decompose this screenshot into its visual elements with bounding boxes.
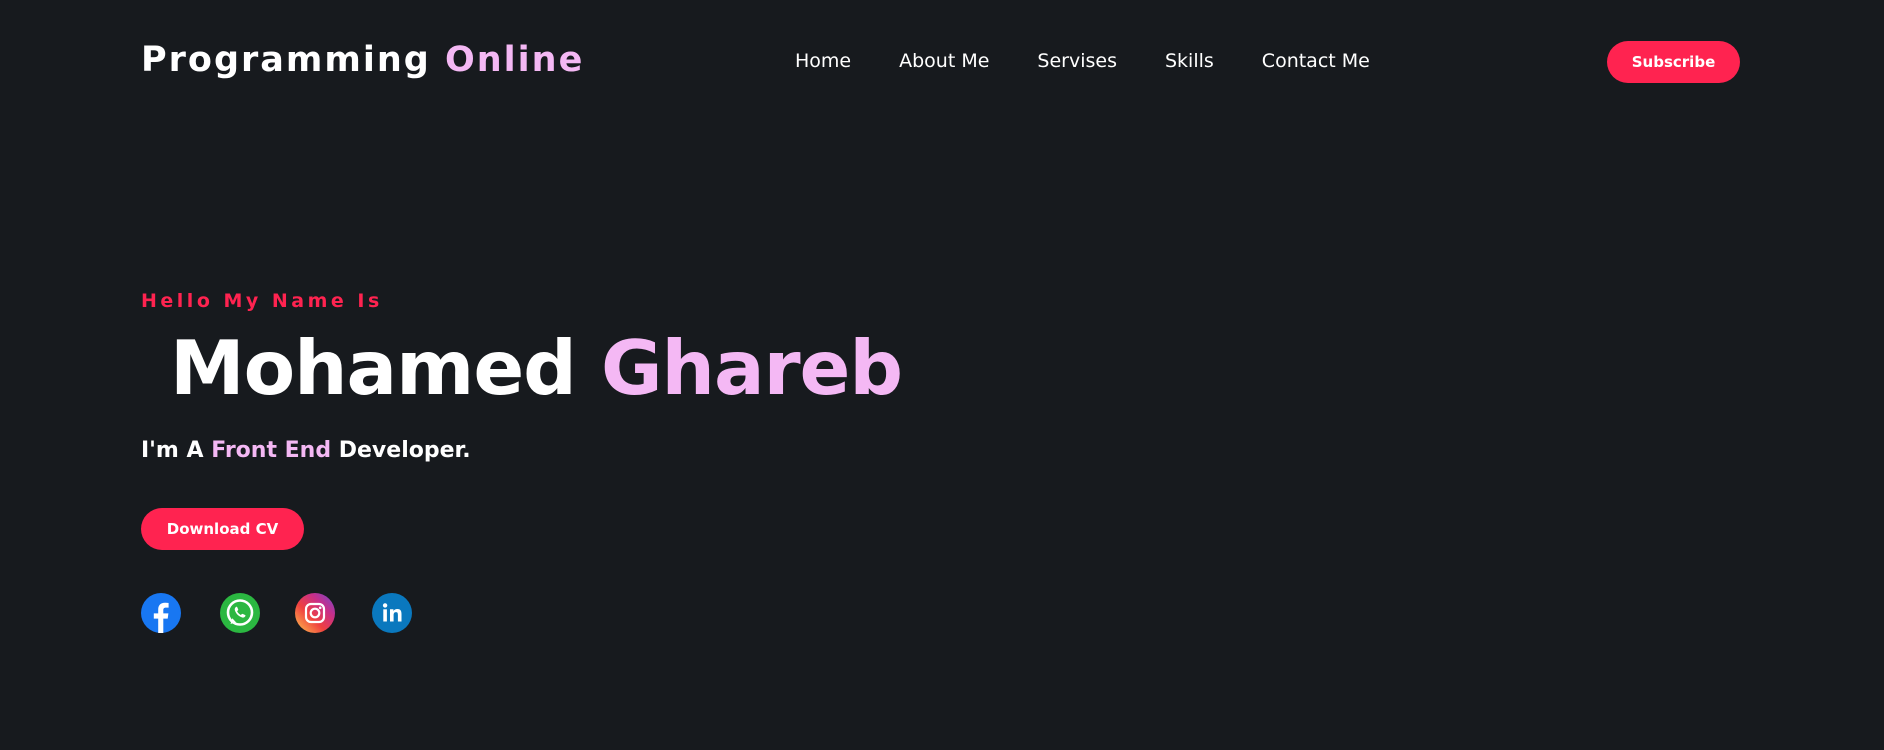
nav-home[interactable]: Home — [795, 48, 851, 74]
subscribe-button[interactable]: Subscribe — [1607, 41, 1740, 83]
role-prefix: I'm A — [141, 438, 204, 463]
linkedin-icon[interactable] — [372, 593, 412, 633]
page: Programming Online Home About Me Servise… — [0, 0, 1884, 750]
logo-text: Programming — [141, 40, 431, 80]
nav-contact-me[interactable]: Contact Me — [1262, 48, 1370, 74]
logo-accent-text: Online — [445, 40, 585, 80]
hero-last-name: Ghareb — [601, 324, 903, 412]
hero-first-name: Mohamed — [170, 324, 577, 412]
facebook-icon[interactable] — [141, 593, 181, 633]
download-cv-button[interactable]: Download CV — [141, 508, 304, 550]
instagram-icon[interactable] — [295, 593, 335, 633]
hero-greeting: Hello My Name Is — [141, 290, 383, 312]
nav-about-me[interactable]: About Me — [899, 48, 989, 74]
role-highlight: Front End — [211, 438, 332, 463]
role-suffix: Developer. — [338, 438, 471, 463]
nav-skills[interactable]: Skills — [1165, 48, 1214, 74]
whatsapp-icon[interactable] — [220, 593, 260, 633]
hero-role: I'm A Front End Developer. — [141, 436, 471, 466]
site-logo[interactable]: Programming Online — [141, 38, 584, 82]
main-nav: Home About Me Servises Skills Contact Me — [795, 48, 1370, 74]
nav-services[interactable]: Servises — [1037, 48, 1117, 74]
hero-name: Mohamed Ghareb — [170, 322, 903, 414]
